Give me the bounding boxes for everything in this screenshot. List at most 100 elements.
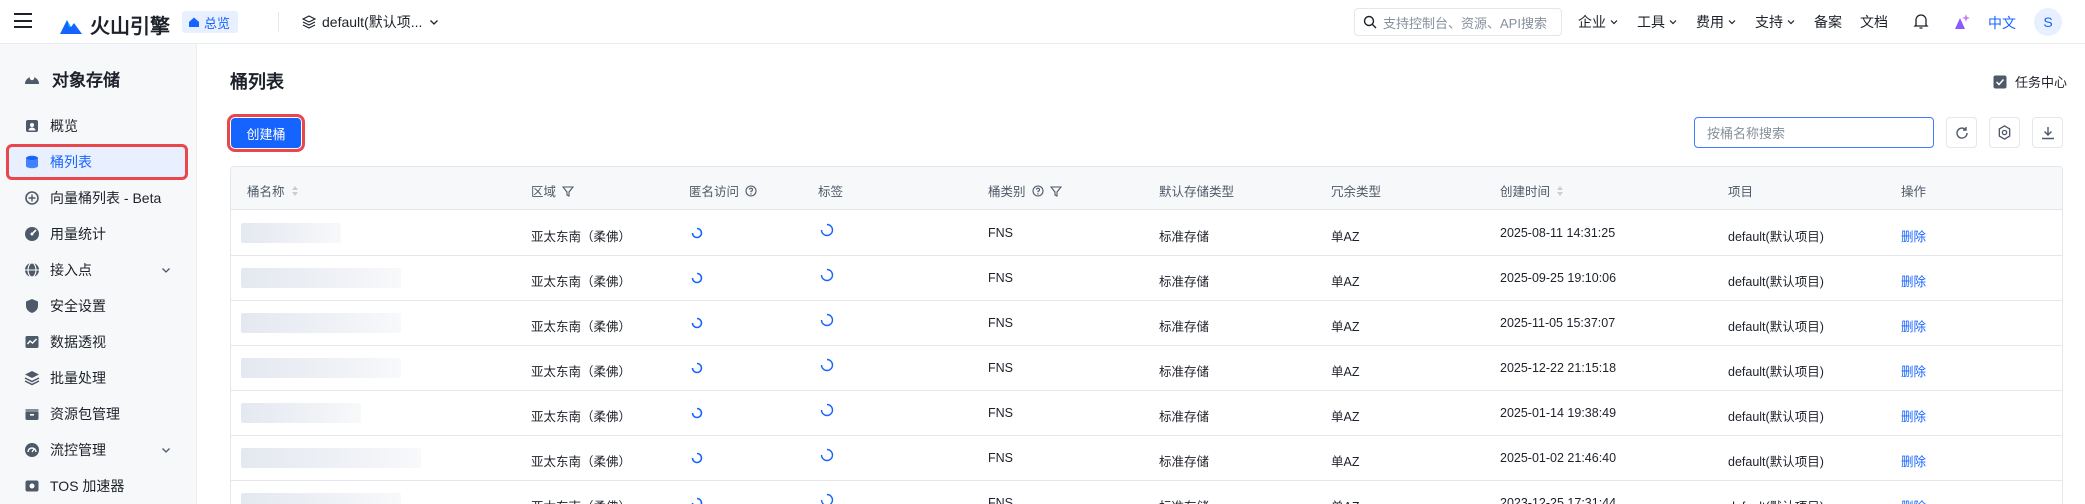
sidebar-item-package[interactable]: 资源包管理 [8,398,186,430]
bucket-name-redacted[interactable] [241,358,401,378]
delete-link[interactable]: 删除 [1901,316,1926,335]
delete-link[interactable]: 删除 [1901,406,1926,425]
nav-label: 费用 [1696,14,1724,30]
project-cell: default(默认项目) [1728,496,1824,504]
bucket-name-redacted[interactable] [241,313,401,333]
sidebar-item-bucket-list[interactable]: 桶列表 [6,144,188,180]
sidebar-item-security[interactable]: 安全设置 [8,290,186,322]
bucket-type-cell: FNS [988,271,1013,285]
data-insight-icon [24,334,40,350]
bucket-type-cell: FNS [988,406,1013,420]
sidebar-item-label: 批量处理 [50,370,106,386]
column-header-bucket-type[interactable]: 桶类别 [988,181,1062,200]
ai-assistant-icon[interactable] [1952,12,1972,32]
loading-spinner-icon [820,448,834,462]
chevron-down-icon [1610,20,1618,25]
sidebar-item-batch[interactable]: 批量处理 [8,362,186,394]
bucket-name-redacted[interactable] [241,448,421,468]
loading-spinner-icon [691,227,703,239]
sidebar-item-label: 流控管理 [50,442,106,458]
bucket-name-redacted[interactable] [241,493,401,504]
refresh-button[interactable] [1946,117,1977,148]
menu-icon[interactable] [14,13,32,28]
sidebar-item-label: TOS 加速器 [50,478,125,494]
delete-link[interactable]: 删除 [1901,451,1926,470]
task-center-label: 任务中心 [2014,75,2067,90]
delete-link[interactable]: 删除 [1901,271,1926,290]
home-icon [189,17,199,27]
nav-billing[interactable]: 费用 [1696,12,1737,32]
chevron-down-icon [162,448,170,453]
region-cell: 亚太东南（柔佛） [531,230,632,244]
bucket-type-cell: FNS [988,226,1013,240]
create-bucket-button[interactable]: 创建桶 [227,114,305,152]
project-selector[interactable]: default(默认项... [302,12,440,32]
task-center-button[interactable]: 任务中心 [1993,72,2067,91]
main-content: 桶列表 任务中心 创建桶 按桶名称搜索 桶名称 区域 匿名访问 标签 桶类别 默… [198,44,2085,504]
help-icon[interactable] [1031,184,1044,197]
column-header-storage-class: 默认存储类型 [1159,181,1234,200]
settings-button[interactable] [1989,117,2020,148]
delete-link[interactable]: 删除 [1901,226,1926,245]
column-header-region[interactable]: 区域 [531,181,575,200]
sidebar-item-accelerator[interactable]: TOS 加速器 [8,470,186,502]
storage-class-cell: 标准存储 [1159,496,1209,504]
overview-button[interactable]: 总览 [182,11,239,33]
sidebar-item-label: 数据透视 [50,334,106,350]
project-label: default(默认项... [322,14,423,30]
global-search-input[interactable]: 支持控制台、资源、API搜索 [1354,8,1562,36]
delete-link[interactable]: 删除 [1901,496,1926,504]
column-header-created[interactable]: 创建时间 [1500,181,1564,200]
bucket-name-redacted[interactable] [241,223,341,243]
delete-link[interactable]: 删除 [1901,361,1926,380]
redundancy-cell: 单AZ [1331,496,1359,504]
sidebar-item-label: 资源包管理 [50,406,120,422]
redundancy-cell: 单AZ [1331,410,1360,424]
sidebar-item-data-insight[interactable]: 数据透视 [8,326,186,358]
usage-icon [24,226,40,242]
sidebar-item-flow-control[interactable]: 流控管理 [8,434,186,466]
sidebar-item-overview[interactable]: 概览 [8,110,186,142]
column-label: 匿名访问 [689,185,740,199]
brand-logo[interactable]: 火山引擎 [58,10,170,39]
sort-icon [291,185,298,196]
sidebar-item-usage[interactable]: 用量统计 [8,218,186,250]
loading-spinner-icon [691,452,703,464]
region-cell: 亚太东南（柔佛） [531,365,632,379]
bucket-name-redacted[interactable] [241,403,361,423]
redundancy-cell: 单AZ [1331,320,1360,334]
column-header-name[interactable]: 桶名称 [247,181,299,200]
bucket-name-redacted[interactable] [241,268,401,288]
project-cell: default(默认项目) [1728,230,1824,244]
storage-class-cell: 标准存储 [1159,455,1210,469]
sidebar-item-label: 概览 [50,118,78,134]
sidebar-item-label: 接入点 [50,262,92,278]
nav-label: 支持 [1755,14,1783,30]
language-switch[interactable]: 中文 [1988,13,2016,33]
sidebar-item-access-point[interactable]: 接入点 [8,254,186,286]
loading-spinner-icon [691,497,703,504]
bell-icon[interactable] [1913,13,1929,30]
nav-tools[interactable]: 工具 [1637,12,1678,32]
nav-filing[interactable]: 备案 [1814,12,1842,32]
nav-enterprise[interactable]: 企业 [1578,12,1619,32]
table-row: 亚太东南（柔佛） FNS 标准存储 单AZ 2025-01-02 21:46:40 def… [231,436,2062,481]
avatar[interactable]: S [2034,8,2062,36]
created-time-cell: 2025-12-22 21:15:18 [1500,361,1617,375]
bucket-search-input[interactable]: 按桶名称搜索 [1694,117,1934,148]
column-label: 桶名称 [247,185,285,199]
download-icon [2041,126,2054,139]
sidebar-title: 对象存储 [22,66,120,91]
sidebar-item-vector-bucket[interactable]: 向量桶列表 - Beta [8,182,186,214]
sidebar-title-text: 对象存储 [52,71,120,90]
project-cell: default(默认项目) [1728,365,1824,379]
created-time-cell: 2023-12-25 17:31:44 [1500,496,1617,504]
nav-docs[interactable]: 文档 [1860,12,1888,32]
region-cell: 亚太东南（柔佛） [531,320,632,334]
storage-class-cell: 标准存储 [1159,365,1210,379]
created-time-cell: 2025-01-14 19:38:49 [1500,406,1617,420]
nav-support[interactable]: 支持 [1755,12,1796,32]
download-button[interactable] [2032,117,2063,148]
help-icon[interactable] [745,184,757,197]
loading-spinner-icon [691,362,703,374]
